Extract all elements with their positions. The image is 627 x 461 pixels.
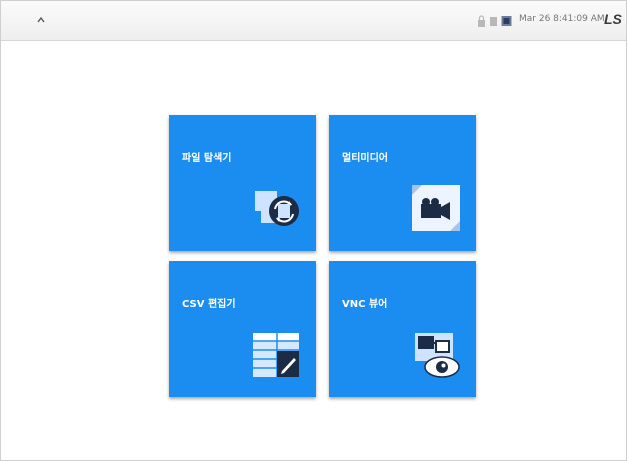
lock-icon — [478, 15, 485, 27]
spreadsheet-edit-icon — [253, 333, 299, 377]
file-sync-icon — [255, 191, 299, 226]
monitor-icon — [501, 16, 512, 26]
tile-vnc-viewer[interactable]: VNC 뷰어 — [329, 261, 476, 397]
tile-csv-editor[interactable]: CSV 편집기 — [169, 261, 316, 397]
remote-view-icon — [415, 333, 460, 378]
app-window: Mar 26 8:41:09 AM LS 파일 탐색기 멀티미디어 CSV 편집… — [0, 0, 627, 461]
tile-file-explorer[interactable]: 파일 탐색기 — [169, 115, 316, 251]
video-camera-icon — [412, 185, 460, 231]
brand-logo: LS — [604, 11, 622, 27]
home-icon[interactable] — [34, 14, 48, 28]
tile-label: VNC 뷰어 — [342, 299, 388, 310]
tile-multimedia[interactable]: 멀티미디어 — [329, 115, 476, 251]
tile-label: CSV 편집기 — [182, 299, 236, 310]
top-bar: Mar 26 8:41:09 AM LS — [1, 1, 626, 41]
tile-label: 멀티미디어 — [342, 153, 388, 164]
datetime: Mar 26 8:41:09 AM — [519, 14, 605, 24]
card-icon — [490, 17, 497, 26]
tile-label: 파일 탐색기 — [182, 153, 232, 164]
